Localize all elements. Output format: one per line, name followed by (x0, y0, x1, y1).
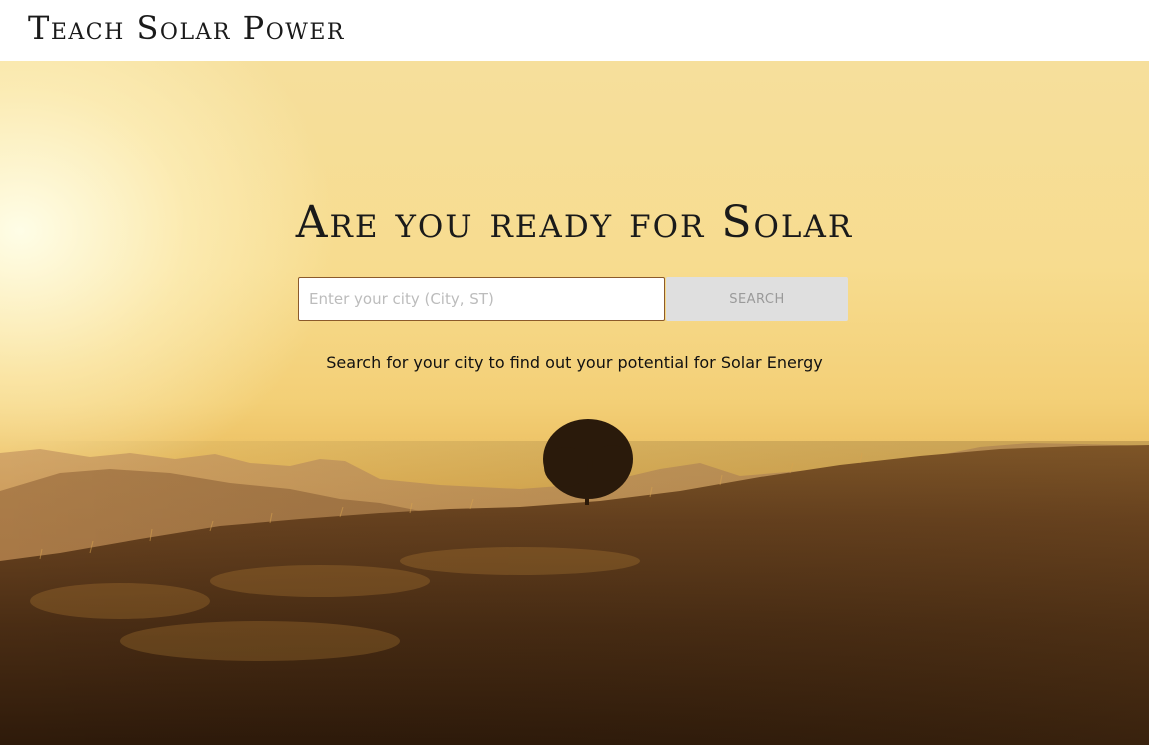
hero-section: Are you ready for Solar SEARCH Search fo… (0, 61, 1149, 745)
site-brand-link[interactable]: Teach Solar Power (28, 8, 345, 48)
top-navbar: Teach Solar Power (0, 0, 1149, 61)
hero-headline: Are you ready for Solar (295, 197, 854, 248)
hero-background-image (0, 419, 1149, 745)
search-button[interactable]: SEARCH (666, 277, 848, 321)
city-search-input[interactable] (298, 277, 665, 321)
hero-subtext: Search for your city to find out your po… (326, 353, 823, 372)
